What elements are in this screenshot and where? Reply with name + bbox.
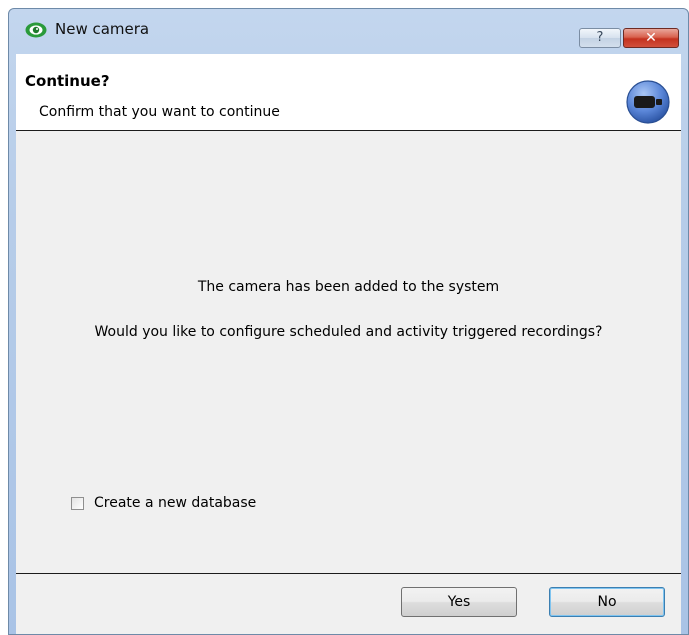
dialog-client-area: Continue? Confirm that you want to conti… bbox=[16, 54, 681, 634]
camera-icon bbox=[626, 80, 670, 124]
page-title: Continue? bbox=[25, 72, 110, 90]
dialog-window: New camera ? ✕ Continue? Confirm that yo… bbox=[8, 8, 689, 635]
help-button[interactable]: ? bbox=[579, 28, 621, 48]
question-message: Would you like to configure scheduled an… bbox=[94, 324, 603, 340]
create-database-checkbox[interactable] bbox=[71, 496, 84, 510]
help-icon: ? bbox=[596, 30, 604, 45]
footer-divider bbox=[16, 573, 681, 574]
create-database-label[interactable]: Create a new database bbox=[94, 495, 256, 511]
confirmation-message: The camera has been added to the system bbox=[197, 279, 500, 295]
title-bar[interactable]: New camera ? ✕ bbox=[9, 9, 688, 48]
close-icon: ✕ bbox=[645, 30, 657, 46]
window-title: New camera bbox=[55, 20, 150, 38]
eye-icon bbox=[25, 22, 47, 38]
wizard-header: Continue? Confirm that you want to conti… bbox=[16, 54, 681, 131]
yes-button[interactable]: Yes bbox=[401, 587, 517, 617]
create-database-option[interactable]: Create a new database bbox=[71, 494, 256, 512]
page-subtitle: Confirm that you want to continue bbox=[39, 104, 280, 120]
close-button[interactable]: ✕ bbox=[623, 28, 679, 48]
no-button[interactable]: No bbox=[549, 587, 665, 617]
